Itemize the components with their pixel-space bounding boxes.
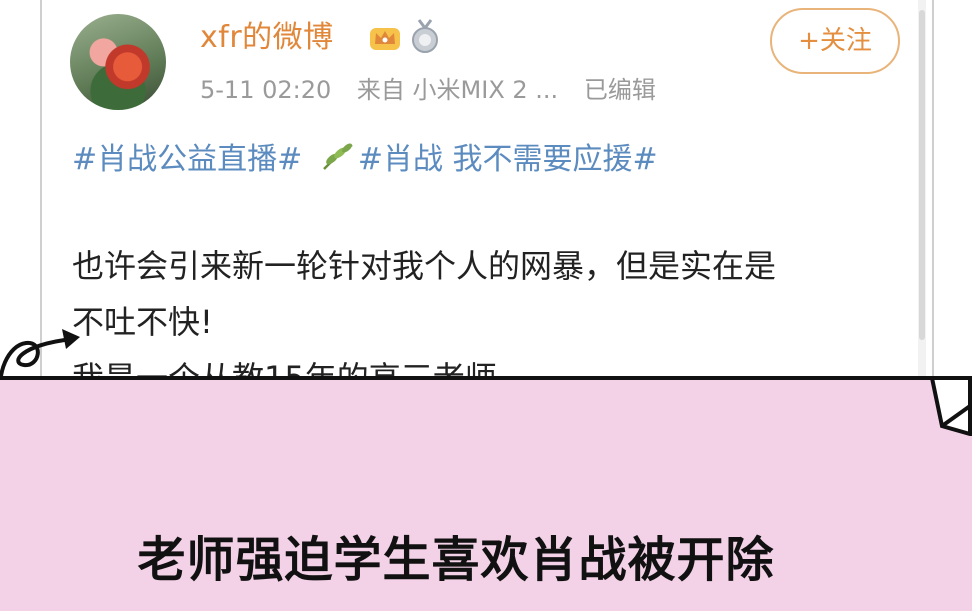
- hashtag-link[interactable]: #肖战公益直播#: [72, 142, 302, 177]
- leaf-emoji-icon: [322, 143, 353, 170]
- scrollbar-thumb[interactable]: [919, 10, 925, 340]
- edited-label[interactable]: 已编辑: [584, 76, 656, 104]
- post-body-line: 不吐不快!: [72, 303, 213, 341]
- post-body-line: 也许会引来新一轮针对我个人的网暴，但是实在是: [72, 247, 777, 285]
- avatar[interactable]: [70, 14, 166, 110]
- post-source[interactable]: 来自 小米MIX 2 ...: [357, 76, 558, 104]
- post-time: 5-11 02:20: [200, 76, 332, 104]
- hashtag-line: #肖战公益直播# #肖战 我不需要应援#: [72, 140, 658, 180]
- hashtag-link[interactable]: #肖战 我不需要应援#: [358, 142, 658, 177]
- corner-fold-icon: [930, 376, 972, 436]
- follow-button[interactable]: +关注: [770, 8, 900, 74]
- post-username[interactable]: xfr的微博: [200, 16, 334, 60]
- medal-badge-icon: [412, 19, 438, 53]
- post-meta: 5-11 02:20 来自 小米MIX 2 ... 已编辑: [200, 72, 674, 108]
- video-caption: 老师强迫学生喜欢肖战被开除: [137, 532, 775, 588]
- crown-badge-icon: [370, 28, 400, 50]
